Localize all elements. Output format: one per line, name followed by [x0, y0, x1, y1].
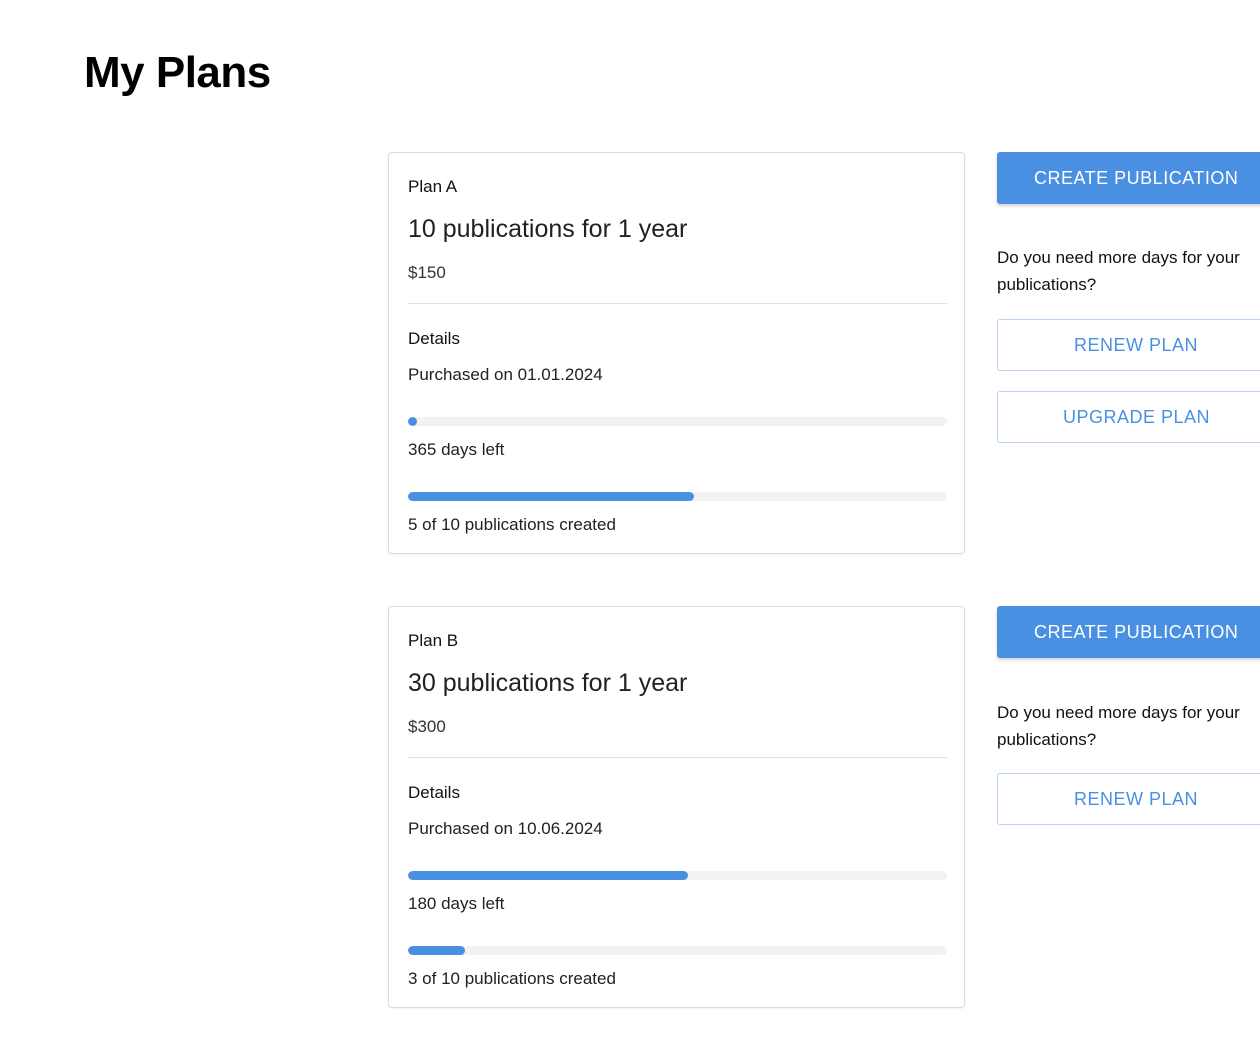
purchase-date: Purchased on 10.06.2024 [408, 819, 603, 838]
renew-plan-button-a[interactable]: RENEW PLAN [997, 319, 1260, 371]
publications-progress-bar [408, 492, 947, 501]
divider [408, 757, 947, 758]
days-left-text: 365 days left [408, 440, 505, 459]
details-label: Details [408, 329, 460, 348]
plan-headline: 10 publications for 1 year [408, 215, 688, 243]
days-progress-fill [408, 871, 689, 880]
plan-card-a: Plan A 10 publications for 1 year $150 D… [388, 152, 965, 554]
plan-name: Plan B [408, 631, 459, 650]
publications-created-text: 3 of 10 publications created [408, 969, 616, 988]
publications-progress-bar [408, 946, 947, 955]
plan-card-b: Plan B 30 publications for 1 year $300 D… [388, 606, 965, 1008]
publications-progress-fill [408, 492, 694, 501]
create-publication-button-b[interactable]: CREATE PUBLICATION [997, 606, 1260, 658]
renew-prompt-b: Do you need more days for your publicati… [997, 703, 1240, 749]
upgrade-plan-button-a[interactable]: UPGRADE PLAN [997, 391, 1260, 443]
publications-progress-fill [408, 946, 465, 955]
renew-plan-button-b[interactable]: RENEW PLAN [997, 773, 1260, 825]
purchase-date: Purchased on 01.01.2024 [408, 365, 603, 384]
days-progress-bar [408, 417, 947, 426]
publications-created-text: 5 of 10 publications created [408, 515, 616, 534]
days-progress-bar [408, 871, 947, 880]
divider [408, 303, 947, 304]
renew-prompt-a: Do you need more days for your publicati… [997, 248, 1240, 294]
days-left-text: 180 days left [408, 894, 505, 913]
page: My Plans Plan A 10 publications for 1 ye… [0, 0, 1260, 1060]
plan-name: Plan A [408, 177, 458, 196]
plan-headline: 30 publications for 1 year [408, 669, 688, 697]
details-label: Details [408, 783, 460, 802]
plan-price: $300 [408, 717, 446, 736]
page-title: My Plans [84, 48, 271, 97]
days-progress-fill [408, 417, 417, 426]
create-publication-button-a[interactable]: CREATE PUBLICATION [997, 152, 1260, 204]
plan-price: $150 [408, 263, 446, 282]
